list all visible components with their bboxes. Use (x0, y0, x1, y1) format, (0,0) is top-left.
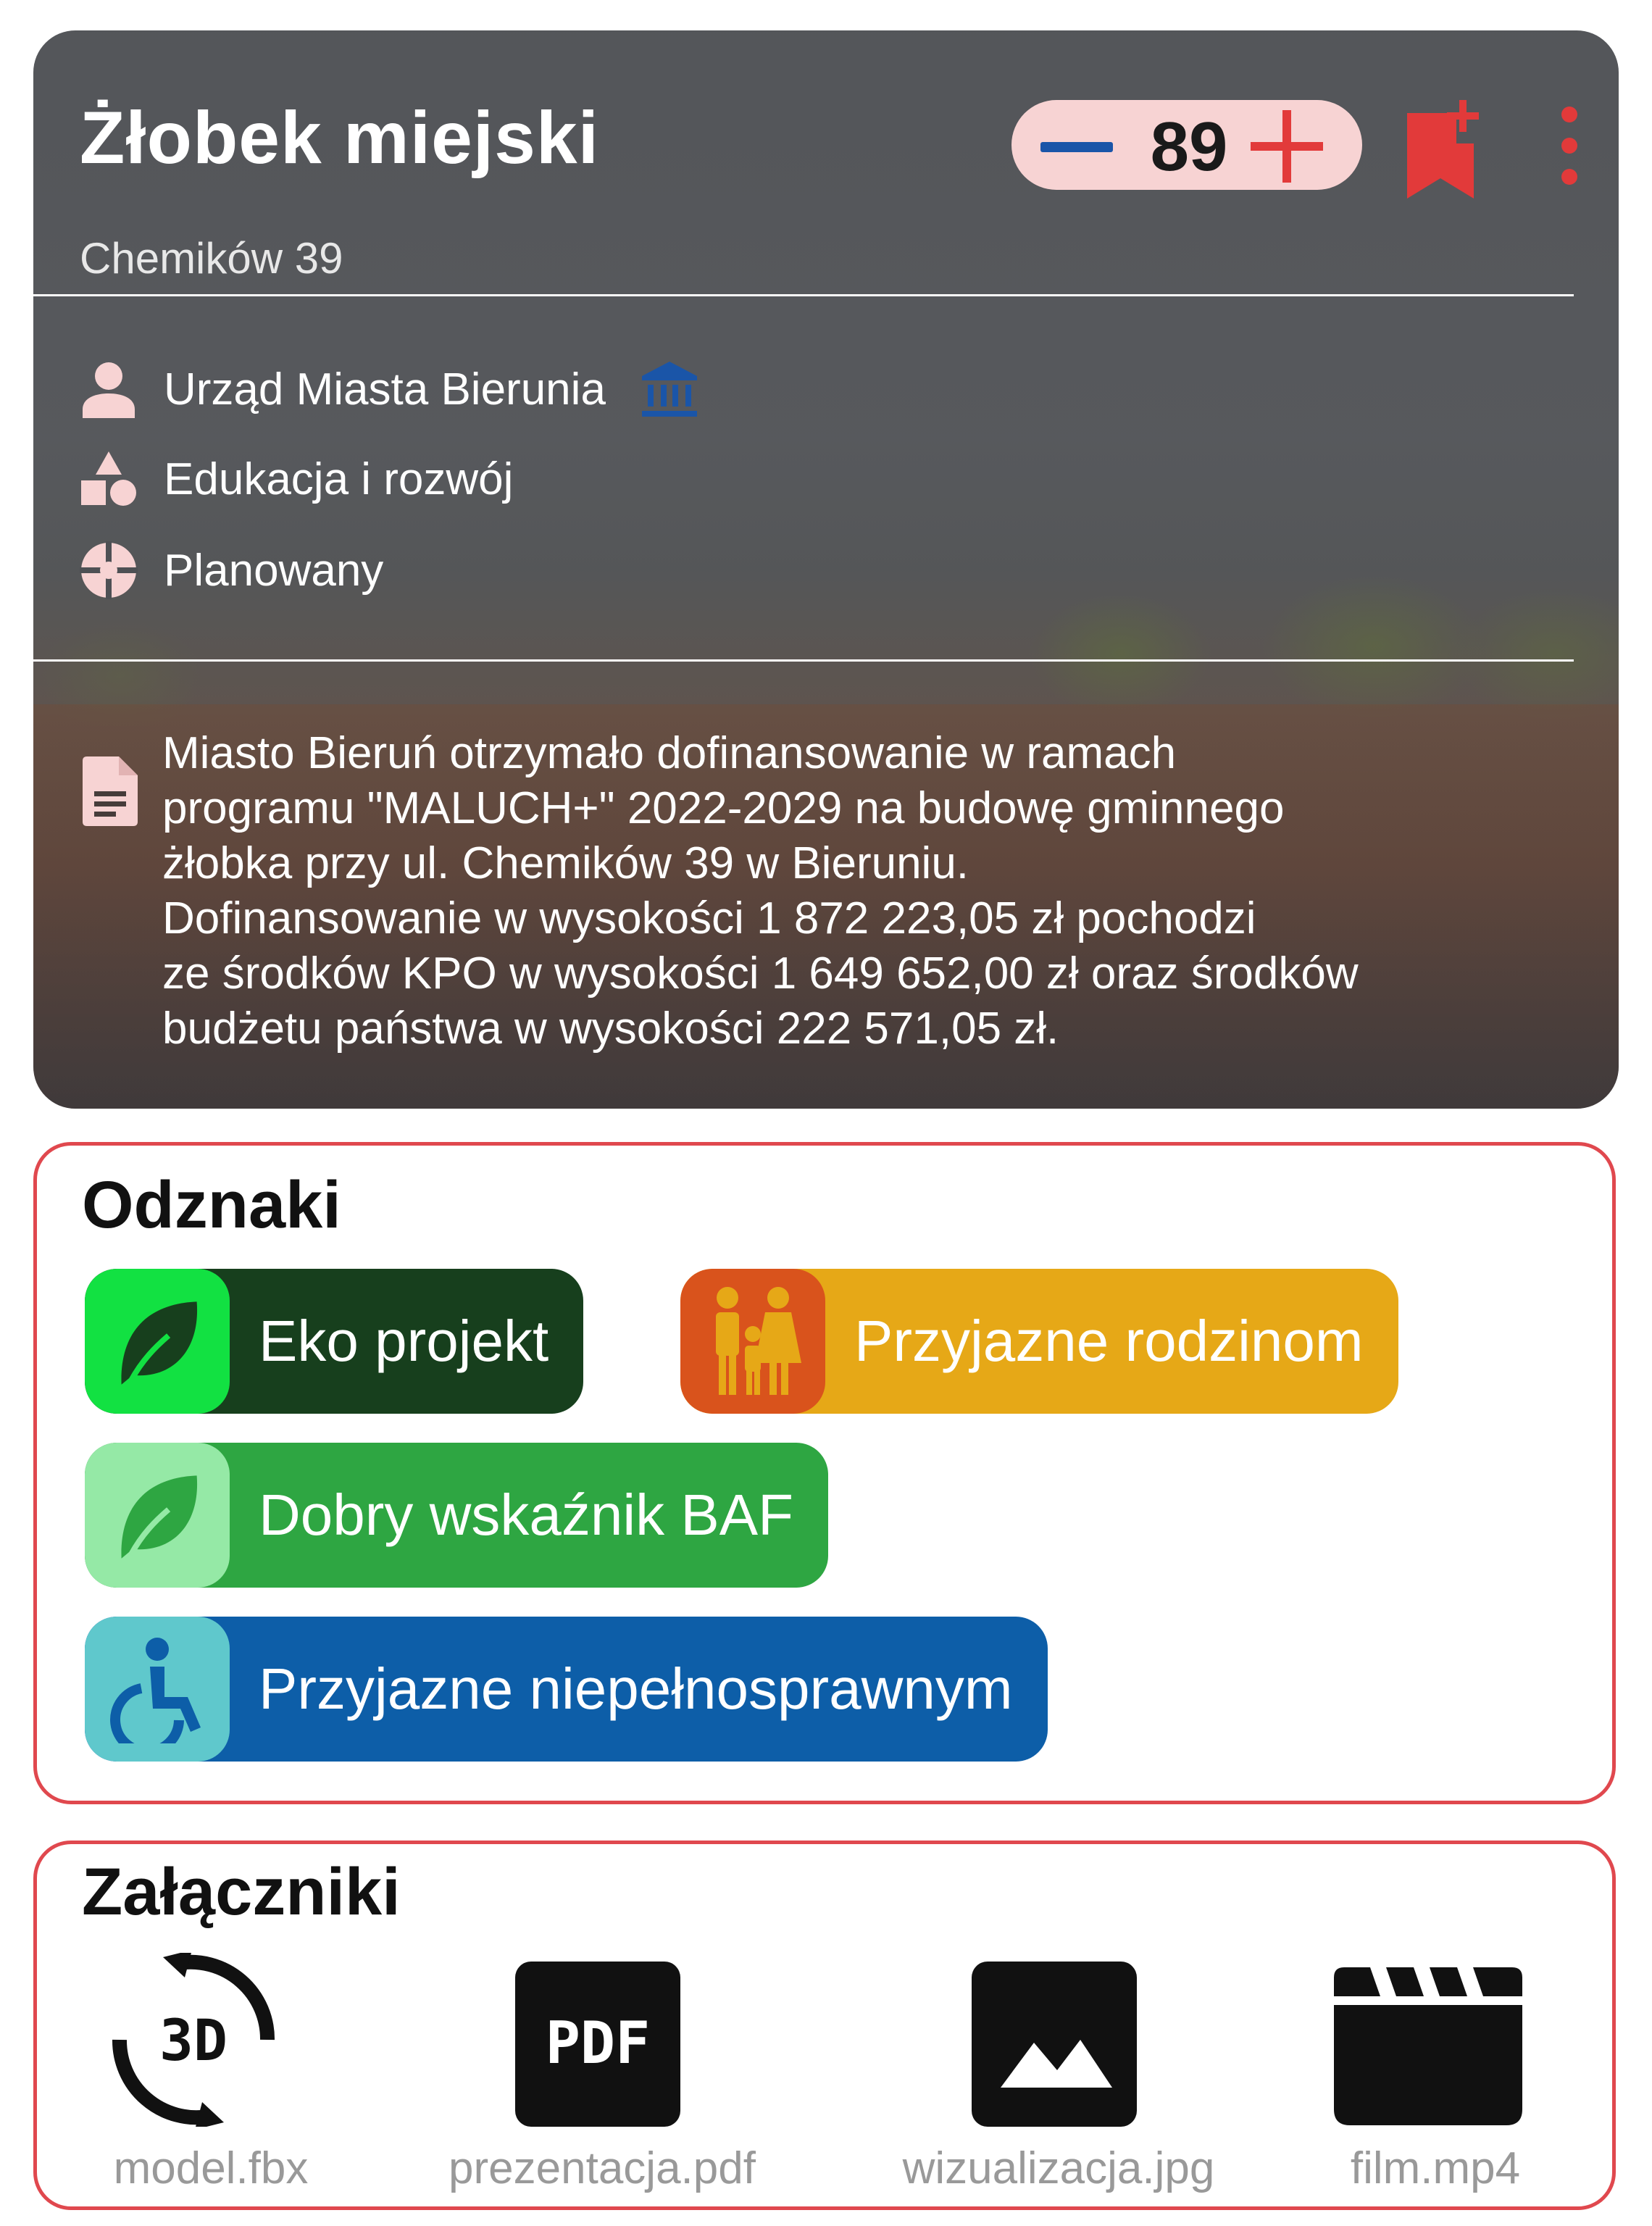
wheelchair-icon (85, 1617, 230, 1762)
minus-icon[interactable] (1040, 142, 1113, 152)
badge-label: Przyjazne niepełnosprawnym (259, 1656, 1013, 1721)
badges-section: Odznaki Eko projekt Przyjazne rodzinom D… (33, 1142, 1616, 1804)
svg-text:3D: 3D (159, 2009, 228, 2074)
badge-good-baf[interactable]: Dobry wskaźnik BAF (85, 1443, 828, 1588)
attachment-video[interactable]: film.mp4 (1218, 1953, 1624, 2199)
more-vertical-icon[interactable] (1555, 106, 1584, 186)
pdf-icon: PDF (515, 1962, 680, 2127)
divider (33, 294, 1574, 296)
badge-label: Eko projekt (259, 1309, 549, 1373)
leaf-icon (85, 1269, 230, 1414)
badges-title: Odznaki (82, 1168, 341, 1242)
person-icon (83, 362, 135, 418)
divider (33, 659, 1574, 662)
3d-rotation-icon: 3D (112, 1953, 275, 2127)
bookmark-add-icon[interactable] (1404, 100, 1491, 201)
vote-count: 89 (1150, 108, 1228, 186)
attachment-model[interactable]: 3D model.fbx (37, 1953, 443, 2199)
project-header-card: Żłobek miejski Chemików 39 89 Urząd Mias… (33, 30, 1619, 1109)
status-label: Planowany (164, 545, 384, 596)
category-label: Edukacja i rozwój (164, 454, 514, 504)
status-row: Planowany (80, 538, 383, 603)
family-icon (680, 1269, 825, 1414)
plus-icon[interactable] (1251, 110, 1323, 183)
badge-label: Dobry wskaźnik BAF (259, 1483, 793, 1547)
leaf-icon (85, 1443, 230, 1588)
image-icon (972, 1962, 1137, 2127)
attachment-image[interactable]: wizualizacja.jpg (856, 1953, 1261, 2199)
project-title: Żłobek miejski (80, 96, 599, 179)
badge-label: Przyjazne rodzinom (854, 1309, 1364, 1373)
status-pie-icon (80, 541, 138, 599)
badge-eco-project[interactable]: Eko projekt (85, 1269, 584, 1414)
attachment-name: prezentacja.pdf (449, 2143, 756, 2193)
badge-accessible[interactable]: Przyjazne niepełnosprawnym (85, 1617, 1048, 1762)
category-row: Edukacja i rozwój (80, 446, 513, 512)
project-address: Chemików 39 (80, 234, 343, 283)
attachment-pdf[interactable]: PDF prezentacja.pdf (399, 1953, 805, 2199)
attachment-name: film.mp4 (1350, 2143, 1521, 2193)
movie-clapper-icon (1334, 1967, 1522, 2125)
svg-text:PDF: PDF (546, 2009, 651, 2077)
owner-label: Urząd Miasta Bierunia (164, 364, 606, 414)
attachment-name: model.fbx (113, 2143, 309, 2193)
attachments-section: Załączniki 3D model.fbx PDF prezentacja.… (33, 1841, 1616, 2210)
project-description: Miasto Bieruń otrzymało dofinansowanie w… (162, 728, 1359, 1054)
document-icon (83, 756, 138, 826)
shapes-icon (81, 451, 136, 506)
vote-counter: 89 (1011, 100, 1362, 190)
attachment-name: wizualizacja.jpg (902, 2143, 1215, 2193)
owner-row: Urząd Miasta Bierunia (80, 357, 698, 422)
badge-family-friendly[interactable]: Przyjazne rodzinom (680, 1269, 1398, 1414)
attachments-title: Załączniki (82, 1855, 401, 1929)
institution-icon[interactable] (641, 360, 698, 418)
